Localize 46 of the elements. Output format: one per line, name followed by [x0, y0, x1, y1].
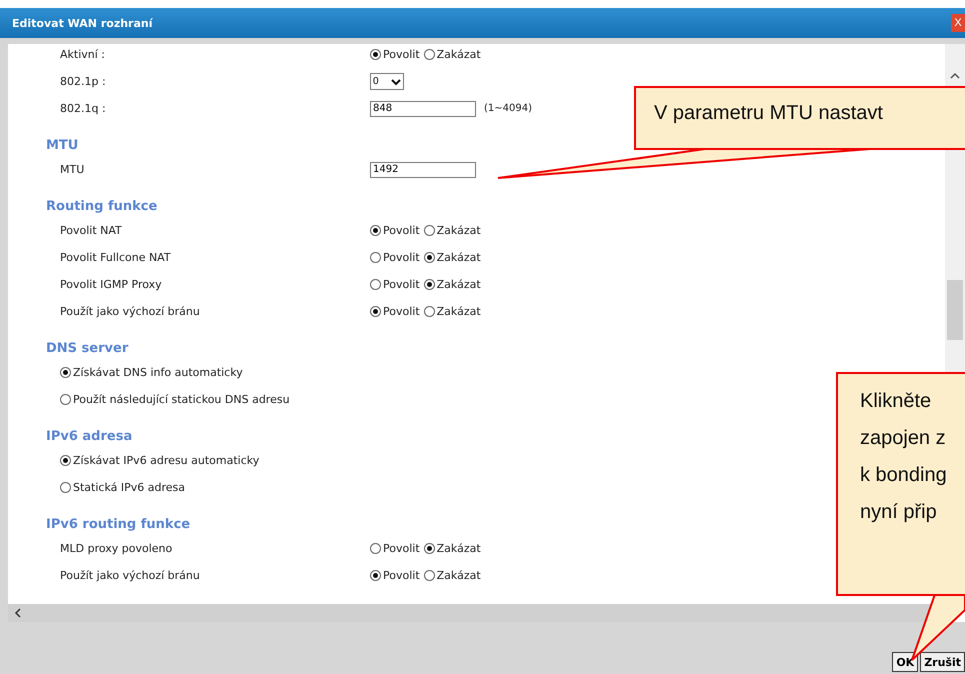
field-label: Použít jako výchozí bránu — [60, 305, 201, 318]
radio-option[interactable]: Získávat IPv6 adresu automaticky — [60, 454, 260, 467]
field-label: Aktivní : — [60, 48, 106, 61]
cancel-button[interactable]: Zrušit — [920, 652, 965, 672]
section-heading: MTU — [46, 136, 78, 154]
field-label: 802.1q : — [60, 102, 107, 115]
section-heading: IPv6 adresa — [46, 428, 132, 446]
field-label: Použít jako výchozí bránu — [60, 569, 201, 582]
input-field[interactable]: 1492 — [370, 162, 476, 178]
radio-option[interactable]: Použít následující statickou DNS adresu — [60, 393, 290, 406]
radio-option[interactable]: Povolit — [370, 251, 420, 264]
radio-option[interactable]: Zakázat — [424, 305, 481, 318]
dropdown[interactable]: 0 — [370, 73, 404, 90]
radio-option[interactable]: Zakázat — [424, 278, 481, 291]
radio-option[interactable]: Povolit — [370, 569, 420, 582]
radio-option[interactable]: Povolit — [370, 224, 420, 237]
section-heading: DNS server — [46, 340, 128, 358]
close-button[interactable]: X — [951, 14, 965, 32]
radio-option[interactable]: Povolit — [370, 278, 420, 291]
scroll-thumb[interactable] — [947, 280, 963, 340]
radio-option[interactable]: Získávat DNS info automaticky — [60, 366, 243, 379]
section-heading: Routing funkce — [46, 198, 158, 216]
range-hint: (1~4094) — [484, 103, 532, 114]
radio-option[interactable]: Statická IPv6 adresa — [60, 481, 185, 494]
radio-option[interactable]: Povolit — [370, 48, 420, 61]
radio-option[interactable]: Zakázat — [424, 48, 481, 61]
field-label: MTU — [60, 163, 86, 176]
window-title: Editovat WAN rozhraní — [12, 16, 153, 30]
section-heading: IPv6 routing funkce — [46, 516, 190, 534]
field-label: Povolit NAT — [60, 224, 123, 237]
radio-option[interactable]: Zakázat — [424, 251, 481, 264]
field-label: Povolit Fullcone NAT — [60, 251, 172, 264]
callout-note: V parametru MTU nastavt — [634, 86, 965, 150]
chevron-down-icon — [391, 78, 401, 86]
callout-note: Klikněte zapojen z k bonding nyní přip — [836, 372, 965, 596]
radio-option[interactable]: Povolit — [370, 305, 420, 318]
radio-option[interactable]: Zakázat — [424, 569, 481, 582]
field-label: 802.1p : — [60, 75, 107, 88]
field-label: Povolit IGMP Proxy — [60, 278, 163, 291]
scroll-left-icon[interactable] — [14, 607, 22, 619]
scroll-up-icon[interactable] — [949, 72, 961, 80]
radio-option[interactable]: Zakázat — [424, 542, 481, 555]
input-field[interactable]: 848 — [370, 100, 476, 116]
radio-option[interactable]: Zakázat — [424, 224, 481, 237]
field-label: MLD proxy povoleno — [60, 542, 174, 555]
radio-option[interactable]: Povolit — [370, 542, 420, 555]
